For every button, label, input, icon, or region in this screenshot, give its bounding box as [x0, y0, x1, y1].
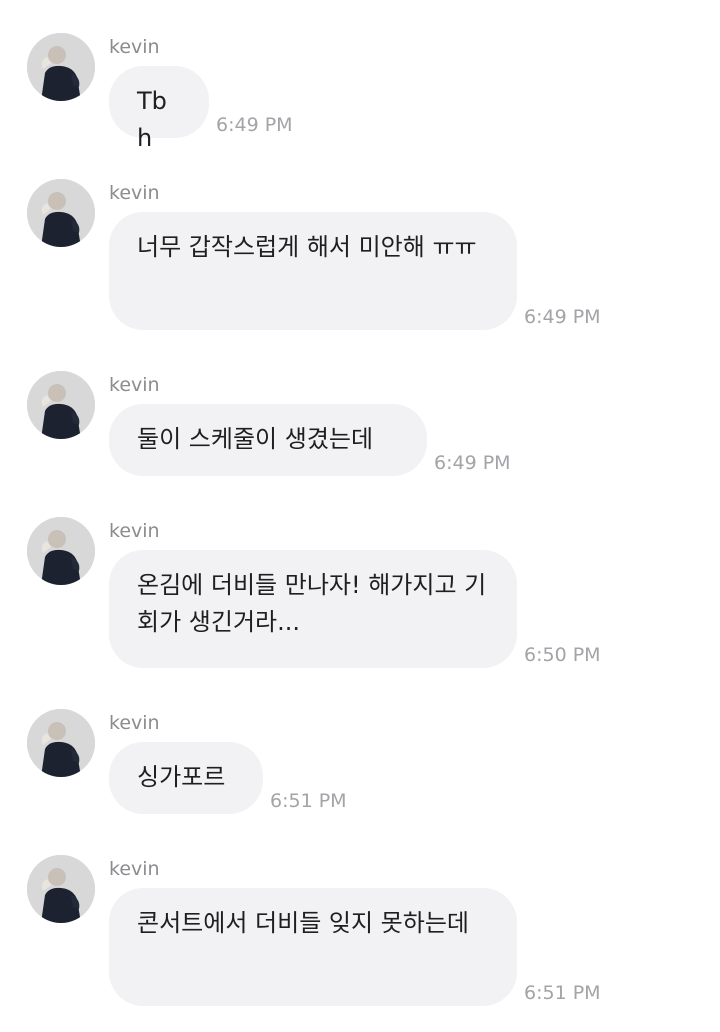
message-bubble[interactable]: 너무 갑작스럽게 해서 미안해 ㅠㅠ [109, 212, 517, 330]
sender-name: kevin [109, 182, 160, 204]
avatar[interactable] [27, 179, 95, 247]
person-avatar-icon [27, 179, 95, 247]
message-timestamp: 6:50 PM [524, 644, 601, 666]
message-timestamp: 6:51 PM [270, 790, 347, 812]
message-bubble[interactable]: Tbh [109, 66, 209, 152]
person-avatar-icon [27, 517, 95, 585]
message-bubble[interactable]: 콘서트에서 더비들 잊지 못하는데 [109, 888, 517, 1006]
avatar[interactable] [27, 517, 95, 585]
avatar[interactable] [27, 371, 95, 439]
sender-name: kevin [109, 712, 160, 734]
message-timestamp: 6:49 PM [434, 452, 511, 474]
message-bubble[interactable]: 싱가포르 [109, 742, 263, 814]
person-avatar-icon [27, 371, 95, 439]
avatar[interactable] [27, 855, 95, 923]
message-timestamp: 6:49 PM [524, 306, 601, 328]
message-timestamp: 6:49 PM [216, 114, 293, 136]
message-timestamp: 6:51 PM [524, 982, 601, 1004]
avatar[interactable] [27, 709, 95, 777]
message-bubble[interactable]: 둘이 스케줄이 생겼는데 [109, 404, 427, 476]
message-bubble[interactable]: 온김에 더비들 만나자! 해가지고 기회가 생긴거라... [109, 550, 517, 668]
sender-name: kevin [109, 374, 160, 396]
sender-name: kevin [109, 520, 160, 542]
sender-name: kevin [109, 858, 160, 880]
person-avatar-icon [27, 33, 95, 101]
person-avatar-icon [27, 709, 95, 777]
avatar[interactable] [27, 33, 95, 101]
person-avatar-icon [27, 855, 95, 923]
sender-name: kevin [109, 36, 160, 58]
